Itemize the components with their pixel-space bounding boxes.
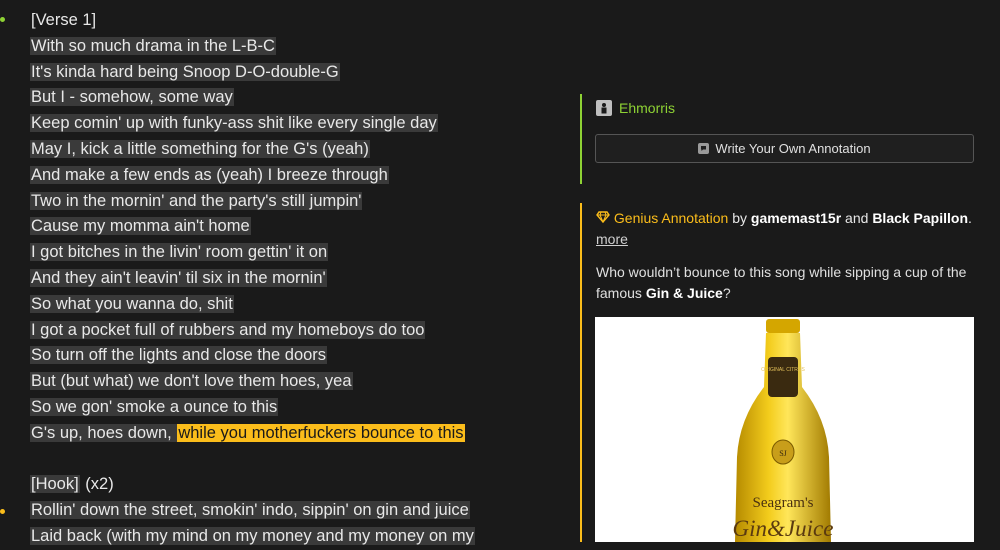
author-link-2[interactable]: Black Papillon (872, 210, 968, 226)
more-link[interactable]: more (596, 231, 628, 247)
lyric-line: Rollin' down the street, smokin' indo, s… (30, 498, 570, 524)
gin-juice-bottle-illustration: ORIGINAL CITRUS SJ Seagram's Gin&Juice (733, 319, 834, 542)
user-icon (596, 100, 612, 116)
lyric-fragment[interactable]: I got a pocket full of rubbers and my ho… (30, 320, 426, 339)
by-text: by (728, 210, 751, 226)
username-link[interactable]: Ehmorris (619, 100, 675, 116)
lyric-fragment[interactable]: It's kinda hard being Snoop D-O-double-G (30, 62, 340, 81)
lyric-line: I got bitches in the livin' room gettin'… (30, 240, 570, 266)
lyric-line: It's kinda hard being Snoop D-O-double-G (30, 60, 570, 86)
lyric-fragment[interactable]: Rollin' down the street, smokin' indo, s… (30, 501, 470, 520)
hook-repeat-text: (x2) (80, 475, 114, 494)
brand-text: Seagram's (752, 495, 813, 511)
annotation-header: Genius Annotation by gamemast15r and Bla… (596, 208, 976, 250)
lyric-fragment[interactable]: Laid back (with my mind on my money and … (30, 526, 475, 545)
lyric-line: Keep comin' up with funky-ass shit like … (30, 111, 570, 137)
lyric-fragment[interactable]: May I, kick a little something for the G… (30, 139, 370, 158)
period-text: . (968, 210, 972, 226)
write-annotation-button[interactable]: Write Your Own Annotation (595, 134, 974, 163)
annotation-icon (698, 143, 710, 154)
section-header[interactable]: [Verse 1] (30, 11, 97, 29)
lyric-line: With so much drama in the L-B-C (30, 34, 570, 60)
annotation-image: ORIGINAL CITRUS SJ Seagram's Gin&Juice (595, 317, 974, 542)
user-annotation-bar (580, 94, 582, 184)
lyric-line: May I, kick a little something for the G… (30, 137, 570, 163)
author-link-1[interactable]: gamemast15r (751, 210, 841, 226)
lyric-line: I got a pocket full of rubbers and my ho… (30, 318, 570, 344)
lyrics-body: [Verse 1] With so much drama in the L-B-C… (30, 8, 570, 550)
annotation-text-end: ? (722, 285, 731, 301)
verse-marker-dot (0, 17, 5, 22)
lyric-fragment[interactable]: And they ain't leavin' til six in the mo… (30, 268, 327, 287)
hook-marker-dot (0, 509, 5, 514)
lyric-fragment[interactable]: So what you wanna do, shit (30, 294, 234, 313)
lyric-line: Two in the mornin' and the party's still… (30, 189, 570, 215)
write-annotation-label: Write Your Own Annotation (715, 141, 871, 156)
gem-icon (596, 210, 614, 226)
lyric-fragment[interactable]: G's up, hoes down, (30, 423, 178, 442)
annotation-sidebar: Ehmorris Write Your Own Annotation Geniu… (580, 0, 1000, 542)
lyric-fragment[interactable]: Two in the mornin' and the party's still… (30, 191, 363, 210)
lyric-fragment[interactable]: With so much drama in the L-B-C (30, 36, 276, 55)
lyric-fragment[interactable]: But (but what) we don't love them hoes, … (30, 372, 353, 391)
annotated-lyric-fragment[interactable]: while you motherfuckers bounce to this (177, 423, 465, 442)
hook-header-link[interactable]: [Hook] (30, 475, 80, 494)
lyric-fragment[interactable]: I got bitches in the livin' room gettin'… (30, 243, 329, 262)
lyric-line: Cause my momma ain't home (30, 214, 570, 240)
annotation-bold-text: Gin & Juice (645, 285, 723, 301)
lyric-line: So turn off the lights and close the doo… (30, 343, 570, 369)
lyric-line: [Verse 1] (30, 8, 570, 34)
lyric-line: And make a few ends as (yeah) I breeze t… (30, 163, 570, 189)
lyric-fragment[interactable]: And make a few ends as (yeah) I breeze t… (30, 165, 389, 184)
lyric-line: But (but what) we don't love them hoes, … (30, 369, 570, 395)
lyric-fragment[interactable]: So turn off the lights and close the doo… (30, 346, 328, 365)
lyric-line: So what you wanna do, shit (30, 292, 570, 318)
lyric-fragment[interactable]: So we gon' smoke a ounce to this (30, 397, 279, 416)
lyric-line: So we gon' smoke a ounce to this (30, 395, 570, 421)
seal-text: SJ (779, 449, 787, 458)
genius-annotation-label: Genius Annotation (613, 210, 729, 226)
product-text: Gin&Juice (733, 516, 834, 541)
lyric-line: But I - somehow, some way (30, 85, 570, 111)
neck-label-text: ORIGINAL CITRUS (761, 367, 805, 373)
lyric-line: Laid back (with my mind on my money and … (30, 524, 570, 550)
lyric-fragment[interactable]: Cause my momma ain't home (30, 217, 251, 236)
and-text: and (841, 210, 873, 226)
annotation-body: Who wouldn’t bounce to this song while s… (596, 262, 981, 304)
genius-annotation-bar (580, 203, 582, 542)
lyric-line: G's up, hoes down, while you motherfucke… (30, 421, 570, 447)
lyric-line: And they ain't leavin' til six in the mo… (30, 266, 570, 292)
lyric-fragment[interactable]: But I - somehow, some way (30, 88, 234, 107)
lyric-line (30, 447, 570, 473)
current-user: Ehmorris (596, 100, 675, 116)
lyric-line: [Hook] (x2) (30, 472, 570, 498)
lyric-fragment[interactable]: Keep comin' up with funky-ass shit like … (30, 114, 438, 133)
